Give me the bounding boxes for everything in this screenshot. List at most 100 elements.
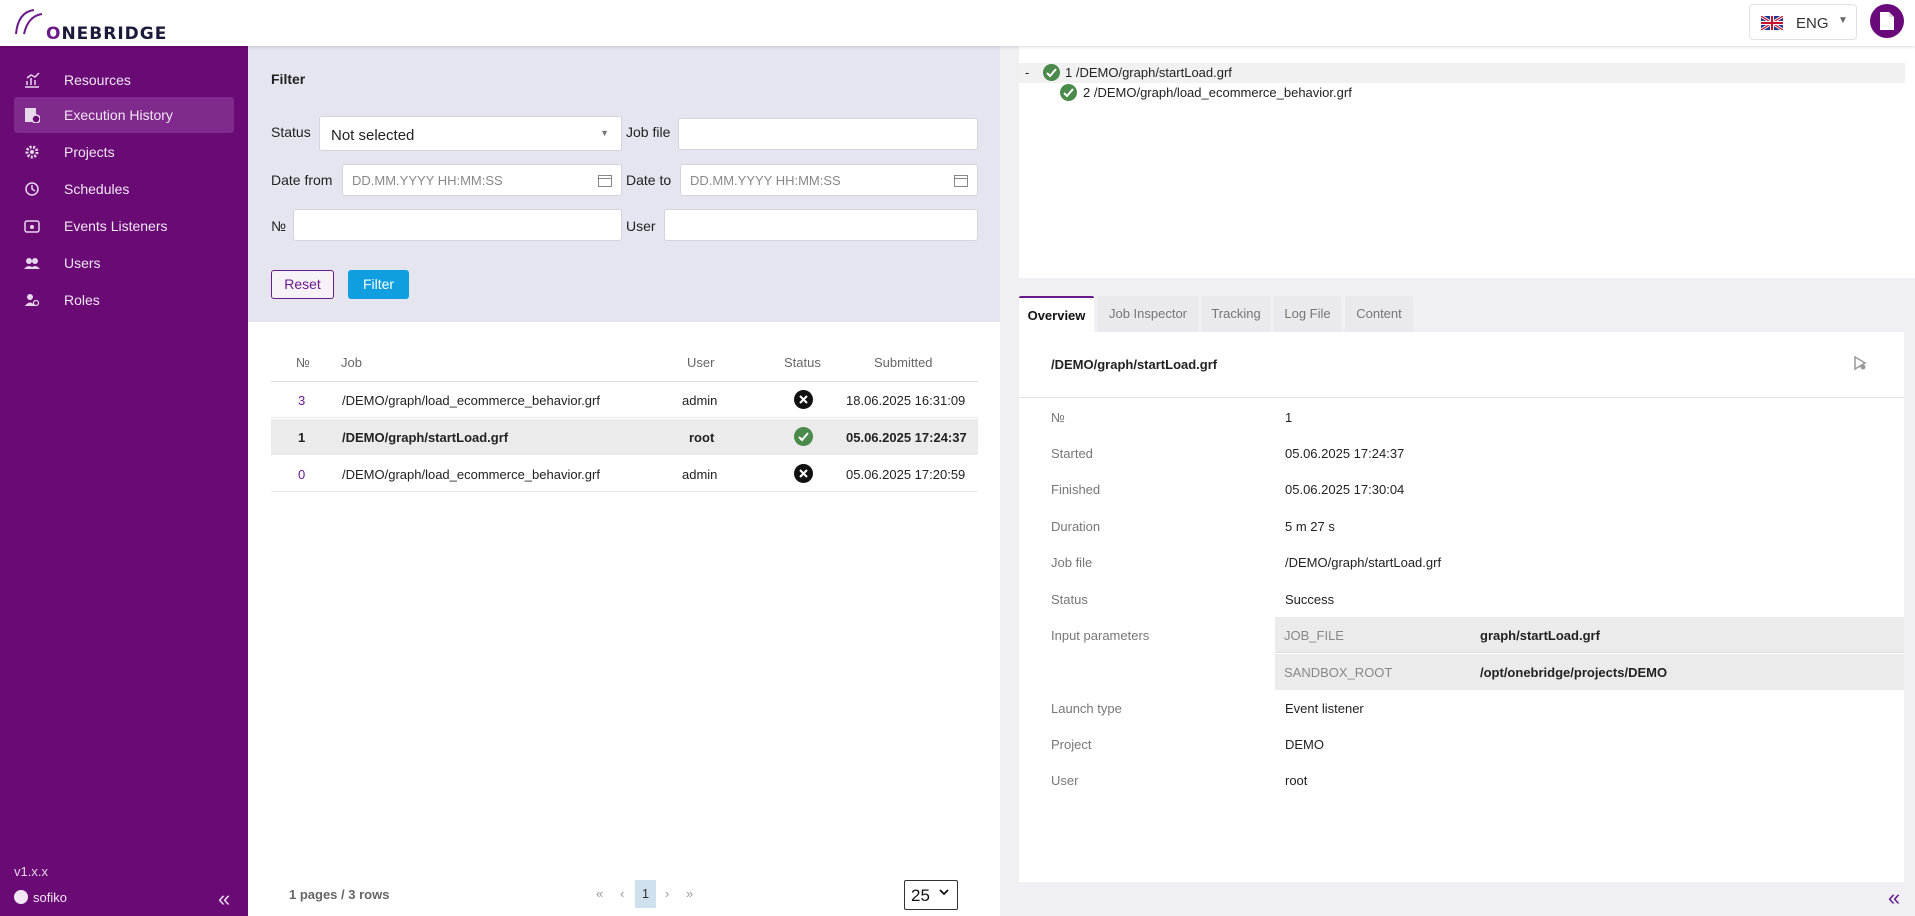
chart-icon [25,72,40,88]
param-row: SANDBOX_ROOT /opt/onebridge/projects/DEM… [1275,654,1904,690]
column-header-status[interactable]: Status [784,355,821,370]
field-value: 05.06.2025 17:24:37 [1285,446,1405,461]
filter-title: Filter [271,71,306,87]
rows-per-page-select[interactable]: 25 [904,880,958,910]
next-page-button[interactable]: › [665,886,669,901]
onebridge-logo[interactable]: ONEBRIDGE [12,6,166,44]
param-key: SANDBOX_ROOT [1284,665,1393,680]
chevron-down-icon [939,889,949,896]
field-value: root [1285,773,1308,788]
tree-item[interactable]: 2 /DEMO/graph/load_ecommerce_behavior.gr… [1060,83,1460,103]
current-page-button[interactable]: 1 [635,880,656,908]
row-user: root [689,430,715,445]
language-label: ENG [1796,15,1829,32]
column-header-submitted[interactable]: Submitted [874,355,933,370]
last-page-button[interactable]: » [686,886,693,901]
pagination-info: 1 pages / 3 rows [289,887,390,902]
column-header-user[interactable]: User [687,355,714,370]
status-label: Status [271,124,311,140]
filter-button[interactable]: Filter [348,270,409,299]
field-label: Input parameters [1051,628,1150,643]
number-input[interactable] [293,209,622,241]
field-value: Success [1285,592,1335,607]
sidebar-item-schedules[interactable]: Schedules [14,171,234,207]
job-file-input[interactable] [678,118,978,150]
version-label: v1.x.x [14,864,48,879]
current-user[interactable]: sofiko [14,890,67,905]
field-value: DEMO [1285,737,1324,752]
sidebar: Resources Execution History Projects Sch… [0,46,248,916]
collapse-panel-icon[interactable]: « [1888,885,1900,911]
calendar-icon[interactable] [598,174,612,187]
sidebar-item-label: Projects [64,144,115,160]
table-row[interactable]: 1 /DEMO/graph/startLoad.grf root 05.06.2… [271,419,978,455]
users-icon [24,258,40,269]
field-value: 5 m 27 s [1285,519,1335,534]
tab-overview[interactable]: Overview [1019,296,1094,332]
date-to-input[interactable]: DD.MM.YYYY HH:MM:SS [680,164,978,196]
username: sofiko [33,890,67,905]
sidebar-item-users[interactable]: Users [14,245,234,281]
sidebar-item-label: Events Listeners [64,218,168,234]
tab-log-file[interactable]: Log File [1274,296,1341,332]
status-select-value: Not selected [331,127,415,144]
sidebar-item-resources[interactable]: Resources [14,62,234,98]
language-selector[interactable]: ENG ▼ [1749,4,1857,40]
column-header-number[interactable]: № [296,355,310,370]
field-label: Project [1051,737,1092,752]
sidebar-item-projects[interactable]: Projects [14,134,234,170]
overview-panel [1019,332,1904,882]
first-page-button[interactable]: « [596,886,603,901]
prev-page-button[interactable]: ‹ [620,886,624,901]
tree-item-label: 2 /DEMO/graph/load_ecommerce_behavior.gr… [1083,85,1352,100]
field-label: Status [1051,592,1088,607]
field-value: 1 [1285,410,1293,425]
success-status-icon [1043,64,1060,81]
param-value: graph/startLoad.grf [1480,628,1600,643]
tab-content[interactable]: Content [1345,296,1413,332]
user-label: User [626,218,656,234]
tab-job-inspector[interactable]: Job Inspector [1098,296,1198,332]
number-label: № [271,218,287,234]
table-row[interactable]: 0 /DEMO/graph/load_ecommerce_behavior.gr… [271,456,978,492]
param-value: /opt/onebridge/projects/DEMO [1480,665,1668,680]
sidebar-item-execution-history[interactable]: Execution History [14,97,234,133]
clock-icon [25,182,39,196]
user-input[interactable] [664,209,978,241]
sidebar-item-label: Users [64,255,101,271]
field-label: Duration [1051,519,1101,534]
row-job: /DEMO/graph/load_ecommerce_behavior.grf [342,393,600,408]
row-number: 1 [298,430,306,445]
history-icon [25,108,40,123]
tree-collapse-toggle[interactable]: - [1025,65,1029,80]
user-icon [14,890,28,904]
tab-tracking[interactable]: Tracking [1202,296,1270,332]
documentation-button[interactable] [1870,4,1904,38]
table-row[interactable]: 3 /DEMO/graph/load_ecommerce_behavior.gr… [271,382,978,418]
tree-item[interactable]: - 1 /DEMO/graph/startLoad.grf [1019,63,1905,83]
run-icon[interactable] [1852,355,1868,371]
success-status-icon [1060,84,1077,101]
calendar-icon[interactable] [954,174,968,187]
status-select[interactable]: Not selected ▼ [319,116,622,151]
reset-button[interactable]: Reset [271,270,334,299]
date-to-placeholder: DD.MM.YYYY HH:MM:SS [690,173,841,188]
row-user: admin [682,467,718,482]
sidebar-item-roles[interactable]: Roles [14,282,234,318]
sidebar-item-label: Roles [64,292,100,308]
param-key: JOB_FILE [1284,628,1344,643]
sidebar-item-label: Execution History [64,107,173,123]
document-icon [1880,12,1894,30]
event-icon [24,220,40,233]
field-label: Finished [1051,482,1101,497]
collapse-sidebar-icon[interactable]: « [218,886,230,912]
date-from-label: Date from [271,172,333,188]
field-value: Event listener [1285,701,1364,716]
column-header-job[interactable]: Job [341,355,362,370]
date-from-input[interactable]: DD.MM.YYYY HH:MM:SS [342,164,622,196]
detail-title: /DEMO/graph/startLoad.grf [1051,357,1218,372]
row-number: 3 [298,393,306,408]
date-from-placeholder: DD.MM.YYYY HH:MM:SS [352,173,503,188]
sidebar-item-events-listeners[interactable]: Events Listeners [14,208,234,244]
field-label: Launch type [1051,701,1122,716]
